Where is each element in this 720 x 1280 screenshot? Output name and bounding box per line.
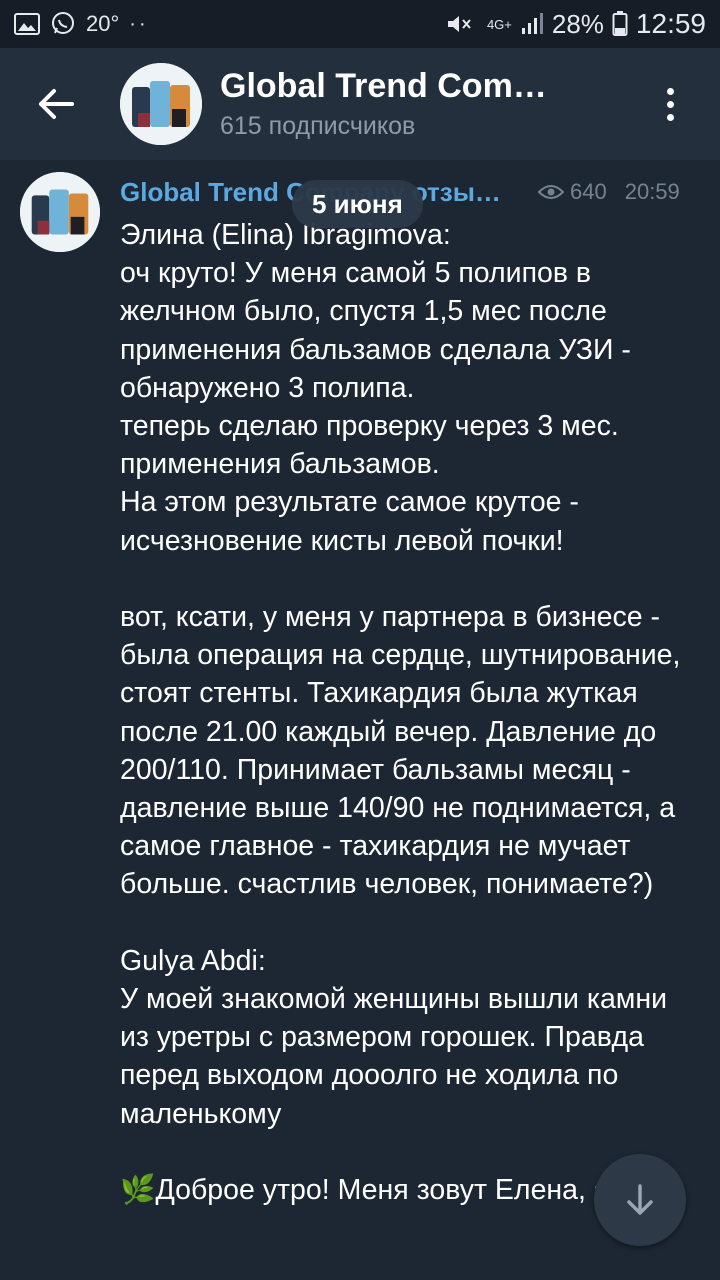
channel-title[interactable]: Global Trend Comp… bbox=[220, 67, 560, 106]
post-avatar[interactable] bbox=[20, 172, 100, 252]
clock: 12:59 bbox=[635, 8, 706, 39]
more-dot-icon bbox=[666, 113, 674, 121]
temperature: 20° bbox=[86, 11, 120, 36]
back-arrow-icon bbox=[39, 89, 74, 119]
more-dot-icon bbox=[666, 100, 674, 108]
date-pill: 5 июня bbox=[292, 180, 423, 228]
back-button[interactable] bbox=[26, 74, 86, 134]
battery-icon bbox=[612, 11, 628, 37]
arrow-down-icon bbox=[627, 1184, 653, 1215]
views-label: 640 bbox=[570, 179, 607, 204]
gallery-icon bbox=[14, 13, 40, 35]
post-time: 20:59 bbox=[624, 179, 680, 204]
post-text: Элина (Elina) Ibragimova: оч круто! У ме… bbox=[120, 219, 681, 1207]
views-count: 640 bbox=[538, 179, 607, 205]
network-type: 4G+ bbox=[486, 16, 512, 32]
dots-icon: ·· bbox=[129, 12, 149, 35]
whatsapp-icon bbox=[50, 11, 76, 37]
channel-avatar[interactable] bbox=[120, 63, 202, 145]
chat-header: Global Trend Comp… 615 подписчиков bbox=[0, 48, 720, 160]
scroll-down-button[interactable] bbox=[594, 1154, 686, 1246]
battery-percent: 28% bbox=[551, 8, 604, 39]
channel-post: Global Trend Company отзы… 640 20:59 Эли… bbox=[0, 160, 720, 1280]
signal-icon bbox=[520, 12, 544, 36]
more-dot-icon bbox=[666, 87, 674, 95]
more-menu-button[interactable] bbox=[650, 84, 690, 124]
status-bar: 20° ·· 4G+ 28% 12:59 bbox=[0, 0, 720, 48]
mute-icon bbox=[445, 12, 473, 36]
eye-icon bbox=[538, 185, 564, 199]
subscriber-count: 615 подписчиков bbox=[220, 112, 416, 140]
